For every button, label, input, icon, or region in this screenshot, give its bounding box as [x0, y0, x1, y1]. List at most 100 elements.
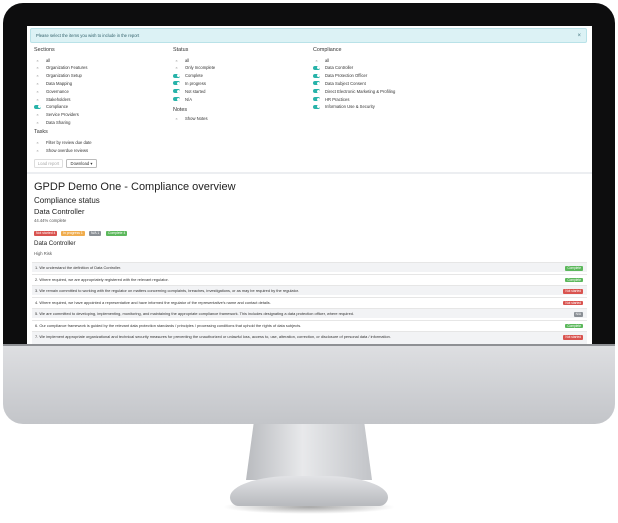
status-badge: N/A 1 [89, 231, 102, 236]
toggle-off-icon[interactable]: × [313, 58, 320, 63]
option-item[interactable]: × all [313, 57, 329, 63]
monitor-stand-neck [246, 424, 372, 480]
toggle-off-icon[interactable]: × [34, 89, 41, 94]
option-item[interactable]: × all [34, 57, 50, 63]
option-item[interactable]: × Service Providers [34, 112, 79, 118]
option-item[interactable]: Compliance [34, 104, 68, 110]
option-item[interactable]: × Filter by review due date [34, 139, 91, 145]
alert-text: Please select the items you wish to incl… [36, 33, 140, 38]
monitor-chin-seam [3, 344, 615, 346]
close-icon[interactable]: × [577, 33, 581, 39]
option-label: Direct Electronic Marketing & Profiling [325, 88, 396, 94]
option-label: HR Practices [325, 96, 350, 102]
option-item[interactable]: × Governance [34, 88, 68, 94]
toggle-off-icon[interactable]: × [34, 148, 41, 153]
option-label: Organization Features [46, 65, 88, 71]
toggle-off-icon[interactable]: × [34, 65, 41, 70]
option-item[interactable]: Complete [173, 73, 203, 79]
toggle-on-icon[interactable] [313, 97, 320, 101]
toggle-on-icon[interactable] [313, 73, 320, 78]
toggle-off-icon[interactable]: × [173, 58, 180, 63]
toggle-off-icon[interactable]: × [34, 140, 41, 145]
option-label: Organization Setup [46, 73, 82, 79]
toggle-off-icon[interactable]: × [34, 81, 41, 86]
row-text: 5. We are committed to developing, imple… [35, 311, 354, 316]
toggle-on-icon[interactable] [34, 104, 41, 109]
option-item[interactable]: × Show Notes [173, 115, 207, 121]
toggle-on-icon[interactable] [173, 97, 180, 101]
row-text: 7. We implement appropriate organization… [35, 334, 391, 339]
status-badge: In progress 1 [61, 231, 85, 236]
tasks-heading: Tasks [34, 129, 48, 135]
toggle-off-icon[interactable]: × [34, 73, 41, 78]
toggle-on-icon[interactable] [313, 89, 320, 94]
option-label: Information Use & Security [325, 104, 375, 110]
table-row[interactable]: 6. Our compliance framework is guided by… [32, 319, 587, 330]
toggle-on-icon[interactable] [173, 73, 180, 78]
option-item[interactable]: × Organization Setup [34, 73, 82, 79]
option-item[interactable]: × Stakeholders [34, 96, 70, 102]
toggle-off-icon[interactable]: × [34, 58, 41, 63]
report-title: GPDP Demo One - Compliance overview [34, 181, 236, 193]
option-item[interactable]: N/A [173, 96, 192, 102]
row-status-badge: Complete [565, 277, 583, 282]
group-title: Data Controller [34, 240, 76, 247]
option-item[interactable]: Data Controller [313, 65, 353, 71]
sections-heading: Sections [34, 47, 55, 53]
option-label: Stakeholders [46, 96, 71, 102]
table-row[interactable]: 4. Where required, we have appointed a r… [32, 296, 587, 307]
toggle-on-icon[interactable] [313, 81, 320, 86]
option-item[interactable]: × Organization Features [34, 65, 87, 71]
table-row[interactable]: 2. Where required, we are appropriately … [32, 273, 587, 284]
option-item[interactable]: × Data Sharing [34, 119, 70, 125]
option-item[interactable]: Data Protection Officer [313, 73, 367, 79]
toggle-off-icon[interactable]: × [34, 120, 41, 125]
toggle-off-icon[interactable]: × [34, 112, 41, 117]
report-section-title: Data Controller [34, 207, 85, 216]
option-item[interactable]: Information Use & Security [313, 104, 375, 110]
option-label: Data Subject Consent [325, 80, 366, 86]
row-status-badge: Complete [565, 323, 583, 328]
row-text: 4. Where required, we have appointed a r… [35, 299, 271, 305]
row-text: 2. Where required, we are appropriately … [35, 276, 169, 282]
status-badge: Complete 4 [106, 231, 128, 236]
toggle-on-icon[interactable] [313, 104, 320, 109]
notes-heading: Notes [173, 107, 188, 113]
monitor-screen: Please select the items you wish to incl… [27, 26, 592, 344]
toggle-off-icon[interactable]: × [173, 65, 180, 70]
toggle-on-icon[interactable] [173, 81, 180, 86]
table-row[interactable]: 3. We remain committed to working with t… [32, 285, 587, 295]
table-row[interactable]: 5. We are committed to developing, imple… [32, 308, 587, 318]
option-item[interactable]: Direct Electronic Marketing & Profiling [313, 88, 395, 94]
option-label: Data Sharing [46, 119, 71, 125]
option-item[interactable]: × Only Incomplete [173, 65, 215, 71]
option-label: Data Protection Officer [325, 73, 368, 79]
risk-level: High Risk [34, 251, 52, 256]
toggle-off-icon[interactable]: × [173, 116, 180, 121]
toggle-off-icon[interactable]: × [34, 97, 41, 102]
monitor-stand-base [230, 476, 388, 506]
download-button[interactable]: Download ▾ [66, 159, 97, 168]
report-subtitle: Compliance status [34, 196, 100, 205]
option-item[interactable]: × Show overdue reviews [34, 147, 88, 153]
option-label: In progress [185, 80, 206, 86]
info-alert: Please select the items you wish to incl… [30, 28, 587, 43]
option-item[interactable]: × all [173, 57, 189, 63]
option-item[interactable]: Not started [173, 88, 205, 94]
row-status-badge: N/A [573, 312, 583, 317]
section-divider [27, 172, 592, 174]
option-item[interactable]: HR Practices [313, 96, 349, 102]
toggle-on-icon[interactable] [173, 89, 180, 94]
option-item[interactable]: Data Subject Consent [313, 80, 366, 86]
load-report-button[interactable]: Load report [34, 159, 63, 168]
option-label: N/A [185, 96, 192, 102]
table-row[interactable]: 7. We implement appropriate organization… [32, 331, 587, 344]
option-item[interactable]: × Data Mapping [34, 80, 72, 86]
row-status-badge: Not started [563, 334, 583, 340]
row-status-badge: Not started [563, 289, 583, 294]
status-heading: Status [173, 47, 189, 53]
toggle-on-icon[interactable] [313, 65, 320, 70]
table-row[interactable]: 1. We understand the definition of Data … [32, 262, 587, 272]
row-status-badge: Complete [565, 266, 583, 271]
option-item[interactable]: In progress [173, 80, 206, 86]
